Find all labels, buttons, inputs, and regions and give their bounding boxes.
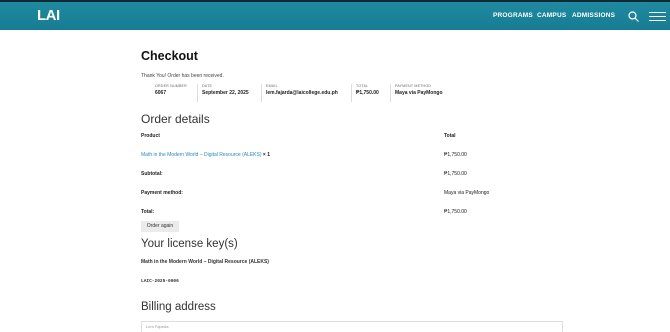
site-header: LAI PROGRAMS CAMPUS ADMISSIONS xyxy=(0,2,670,30)
total-column-header: Total xyxy=(444,133,456,139)
order-again-button[interactable]: Order again xyxy=(141,221,179,232)
nav-campus[interactable]: CAMPUS xyxy=(537,12,566,19)
logo-text: LAI xyxy=(37,7,60,24)
search-icon[interactable] xyxy=(628,11,639,22)
order-details-heading: Order details xyxy=(141,112,210,126)
order-number: ORDER NUMBER 6067 xyxy=(155,84,187,102)
order-date-label: DATE xyxy=(202,84,213,88)
hamburger-menu-icon[interactable] xyxy=(649,12,666,21)
billing-address-heading: Billing address xyxy=(141,301,216,313)
subtotal-row: Subtotal: ₱1,750.00 xyxy=(141,171,561,190)
order-total: TOTAL ₱1,750.00 xyxy=(351,84,379,102)
product-link[interactable]: Math in the Modern World – Digital Resou… xyxy=(141,152,262,158)
site-logo[interactable]: LAI xyxy=(37,8,60,24)
order-email-value: lem.fajarda@laicollege.edu.ph xyxy=(266,90,338,96)
payment-row-label: Payment method: xyxy=(141,190,183,196)
order-total-label: TOTAL xyxy=(356,84,369,88)
total-label: Total: xyxy=(141,209,155,215)
order-payment-method: PAYMENT METHOD Maya via PayMongo xyxy=(390,84,443,102)
order-date-value: September 22, 2025 xyxy=(202,90,249,96)
total-value: ₱1,750.00 xyxy=(444,209,467,215)
page-title: Checkout xyxy=(141,49,198,63)
order-number-label: ORDER NUMBER xyxy=(155,84,187,88)
order-received-notice: Thank You! Order has been received. xyxy=(141,73,224,79)
nav-programs[interactable]: PROGRAMS xyxy=(493,12,533,19)
order-number-value: 6067 xyxy=(155,90,167,96)
nav-admissions[interactable]: ADMISSIONS xyxy=(572,12,615,19)
total-row: Total: ₱1,750.00 xyxy=(141,209,561,228)
payment-method-row: Payment method: Maya via PayMongo xyxy=(141,190,561,209)
subtotal-label: Subtotal: xyxy=(141,171,163,177)
payment-method-label: PAYMENT METHOD xyxy=(395,84,432,88)
license-keys-heading: Your license key(s) xyxy=(141,238,238,250)
subtotal-value: ₱1,750.00 xyxy=(444,171,467,177)
order-email: EMAIL lem.fajarda@laicollege.edu.ph xyxy=(261,84,338,102)
order-total-value: ₱1,750.00 xyxy=(356,90,379,96)
item-quantity: × 1 xyxy=(262,152,270,158)
product-column-header: Product xyxy=(141,133,160,139)
license-product-name: Math in the Modern World – Digital Resou… xyxy=(141,259,269,265)
order-date: DATE September 22, 2025 xyxy=(197,84,249,102)
order-table-header: Product Total xyxy=(141,133,561,152)
payment-row-value: Maya via PayMongo xyxy=(444,190,490,196)
order-item-row: Math in the Modern World – Digital Resou… xyxy=(141,152,561,171)
payment-method-value: Maya via PayMongo xyxy=(395,90,443,96)
license-key-value[interactable]: LAIC-2025-0006 xyxy=(141,279,179,284)
order-email-label: EMAIL xyxy=(266,84,278,88)
item-total: ₱1,750.00 xyxy=(444,152,467,158)
